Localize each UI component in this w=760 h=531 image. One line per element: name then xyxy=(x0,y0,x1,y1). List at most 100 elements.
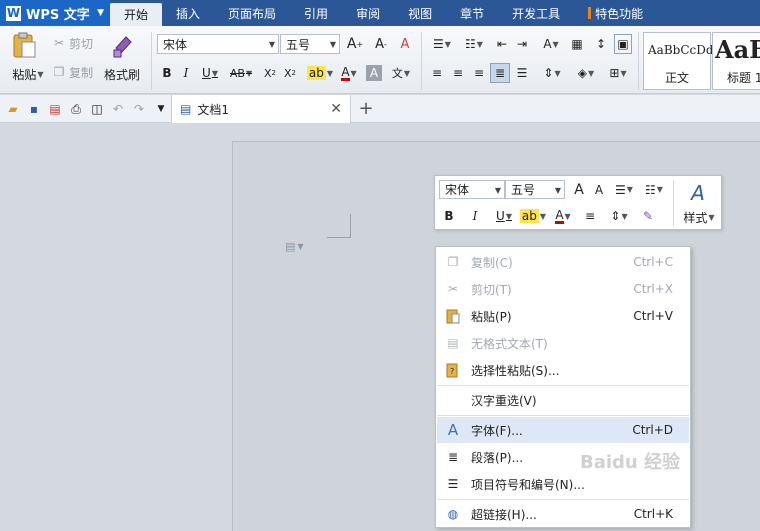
undo-icon[interactable]: ↶ xyxy=(110,101,126,117)
add-tab-icon[interactable]: + xyxy=(356,98,376,119)
export-pdf-icon[interactable]: ▤ xyxy=(47,101,63,117)
paste-icon[interactable] xyxy=(10,32,38,60)
mini-bold-icon[interactable]: B xyxy=(441,207,457,225)
tab-document[interactable]: ▤ 文档1 ✕ xyxy=(171,95,351,123)
align-left-icon[interactable]: ≡ xyxy=(428,64,446,82)
menu-item-label: 无格式文本(T) xyxy=(471,336,548,351)
menu-item-bullets-numbering[interactable]: ☰ 项目符号和编号(N)... xyxy=(437,471,689,497)
mini-italic-icon[interactable]: I xyxy=(467,207,483,225)
menu-item-label: 项目符号和编号(N)... xyxy=(471,477,585,492)
tab-home[interactable]: 开始 xyxy=(110,3,163,26)
chevron-down-icon: ▼ xyxy=(552,39,559,49)
sort-icon[interactable]: ↕ xyxy=(592,35,610,53)
cut-button[interactable]: ✂ 剪切 xyxy=(52,35,100,51)
borders-icon[interactable]: ⊞ ▼ xyxy=(604,64,632,82)
menu-item-copy[interactable]: ❐ 复制(C) Ctrl+C xyxy=(437,249,689,275)
chevron-down-icon: ▼ xyxy=(708,212,715,222)
paragraph-shading-icon[interactable]: ◈ ▼ xyxy=(572,64,600,82)
distributed-icon[interactable]: ☰ xyxy=(513,64,531,82)
mini-styles-button[interactable]: 样式 ▼ xyxy=(679,208,719,226)
bullets-icon[interactable]: ☰ ▼ xyxy=(428,35,456,53)
divider xyxy=(673,180,674,226)
style-heading-1[interactable]: AaB 标题 1 xyxy=(712,32,760,90)
mini-numbering-icon[interactable]: ☷ ▼ xyxy=(641,180,667,199)
mini-bullets-icon[interactable]: ☰ ▼ xyxy=(611,180,637,199)
context-menu: ❐ 复制(C) Ctrl+C ✂ 剪切(T) Ctrl+X 粘贴(P) Ctrl… xyxy=(435,246,691,528)
mini-font-color-icon[interactable]: A ▼ xyxy=(549,207,577,225)
clear-format-icon[interactable]: A xyxy=(396,34,414,54)
increase-indent-icon[interactable]: ⇥ xyxy=(514,35,530,53)
decrease-indent-icon[interactable]: ⇤ xyxy=(494,35,510,53)
bold-icon[interactable]: B xyxy=(159,64,175,82)
paste-button[interactable]: 粘贴 ▼ xyxy=(8,66,48,82)
justify-icon[interactable]: ≣ xyxy=(490,63,510,83)
highlight-icon[interactable]: ab ▼ xyxy=(306,64,334,82)
phonetic-guide-icon[interactable]: 文 ▼ xyxy=(388,64,414,82)
mini-align-center-icon[interactable]: ≡ xyxy=(581,207,599,225)
style-normal[interactable]: AaBbCcDd 正文 xyxy=(643,32,714,90)
redo-icon[interactable]: ↷ xyxy=(131,101,147,117)
strikethrough-icon[interactable]: AB ▼ xyxy=(226,64,256,82)
superscript-icon[interactable]: X2 xyxy=(262,64,278,82)
table-icon[interactable]: ▦ xyxy=(568,35,586,53)
menu-item-label: 复制(C) xyxy=(471,255,513,270)
divider xyxy=(437,385,689,386)
divider xyxy=(421,32,422,90)
app-menu-button[interactable]: W WPS 文字 ▼ xyxy=(0,0,110,26)
format-painter-button[interactable]: 格式刷 xyxy=(102,66,142,82)
mini-highlight-icon[interactable]: ab ▼ xyxy=(519,207,547,225)
menu-item-paste-plain[interactable]: ▤ 无格式文本(T) xyxy=(437,330,689,356)
paste-plain-icon: ▤ xyxy=(447,336,459,350)
char-shading-icon[interactable]: A xyxy=(366,65,382,81)
mini-font-name-select[interactable]: 宋体 ▼ xyxy=(439,180,505,199)
print-preview-icon[interactable]: ◫ xyxy=(89,101,105,117)
menu-item-hyperlink[interactable]: ◍ 超链接(H)... Ctrl+K xyxy=(437,501,689,527)
mini-line-spacing-icon[interactable]: ⇕ ▼ xyxy=(605,207,633,225)
show-marks-icon[interactable]: ▣ xyxy=(614,34,632,54)
menu-item-paste-special[interactable]: ? 选择性粘贴(S)... xyxy=(437,357,689,383)
copy-button[interactable]: ❐ 复制 xyxy=(52,64,100,80)
chevron-down-icon: ▼ xyxy=(329,40,336,49)
mini-format-painter-icon[interactable]: ✎ xyxy=(639,207,657,225)
tab-label: 开始 xyxy=(124,8,149,22)
save-icon[interactable]: ▪ xyxy=(26,101,42,117)
line-spacing-icon[interactable]: ⇕ ▼ xyxy=(538,64,566,82)
shrink-font-icon[interactable]: A- xyxy=(372,34,390,54)
mini-underline-icon[interactable]: U ▼ xyxy=(491,207,517,225)
menu-item-cut[interactable]: ✂ 剪切(T) Ctrl+X xyxy=(437,276,689,302)
menu-item-font[interactable]: A 字体(F)... Ctrl+D xyxy=(437,417,689,443)
align-center-icon[interactable]: ≡ xyxy=(449,64,467,82)
open-folder-icon[interactable]: ▰ xyxy=(5,101,21,117)
format-painter-icon[interactable] xyxy=(110,32,136,60)
tab-references[interactable]: 引用 xyxy=(290,0,342,26)
hyperlink-icon: ◍ xyxy=(447,507,459,521)
menu-item-reselect-hanzi[interactable]: 汉字重选(V) xyxy=(437,387,689,413)
tab-review[interactable]: 审阅 xyxy=(342,0,394,26)
text-direction-icon[interactable]: A ▼ xyxy=(538,35,564,53)
tab-special-features[interactable]: 特色功能 xyxy=(574,0,657,26)
mini-grow-font-icon[interactable]: A xyxy=(571,180,587,199)
font-color-icon[interactable]: A ▼ xyxy=(336,64,362,82)
tab-view[interactable]: 视图 xyxy=(394,0,446,26)
mini-styles-icon[interactable]: A xyxy=(683,180,713,206)
tab-developer[interactable]: 开发工具 xyxy=(498,0,574,26)
numbering-icon[interactable]: ☷ ▼ xyxy=(460,35,488,53)
underline-icon[interactable]: U ▼ xyxy=(198,64,222,82)
customize-dropdown-icon[interactable]: ▼ xyxy=(153,101,169,117)
mini-shrink-font-icon[interactable]: A xyxy=(591,180,607,199)
align-right-icon[interactable]: ≡ xyxy=(470,64,488,82)
print-icon[interactable]: ⎙ xyxy=(68,101,84,117)
format-painter-label: 格式刷 xyxy=(103,67,140,82)
subscript-icon[interactable]: X2 xyxy=(282,64,298,82)
paste-options-icon[interactable]: ▤ ▼ xyxy=(285,238,311,254)
italic-icon[interactable]: I xyxy=(178,64,194,82)
grow-font-icon[interactable]: A + xyxy=(346,34,364,54)
menu-item-paste[interactable]: 粘贴(P) Ctrl+V xyxy=(437,303,689,329)
close-icon[interactable]: ✕ xyxy=(330,101,342,117)
tab-insert[interactable]: 插入 xyxy=(162,0,214,26)
mini-font-size-select[interactable]: 五号 ▼ xyxy=(505,180,565,199)
font-size-select[interactable]: 五号 ▼ xyxy=(280,34,340,54)
tab-sections[interactable]: 章节 xyxy=(446,0,498,26)
font-name-select[interactable]: 宋体 ▼ xyxy=(157,34,279,54)
tab-page-layout[interactable]: 页面布局 xyxy=(214,0,290,26)
